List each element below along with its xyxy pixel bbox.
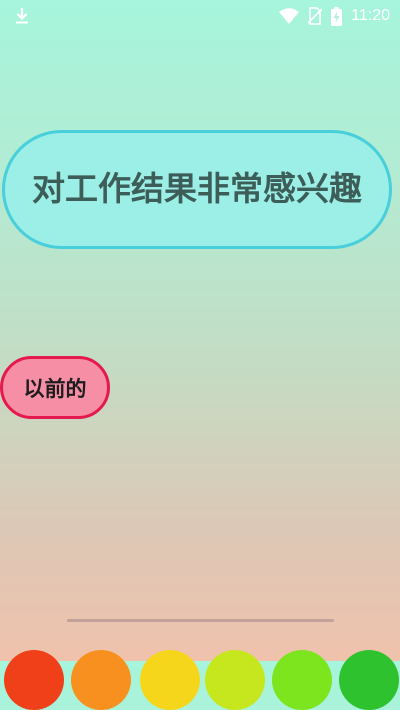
- wifi-icon: [279, 8, 300, 24]
- color-circle[interactable]: [140, 650, 200, 710]
- answer-option-button[interactable]: 以前的: [0, 356, 110, 419]
- battery-charging-icon: [331, 6, 343, 26]
- download-icon: [14, 7, 30, 25]
- color-circle[interactable]: [339, 650, 399, 710]
- divider-line: [67, 619, 334, 622]
- no-sim-icon: [308, 7, 323, 25]
- color-circle[interactable]: [71, 650, 131, 710]
- color-circle[interactable]: [4, 650, 64, 710]
- question-card: 对工作结果非常感兴趣: [2, 130, 392, 249]
- status-bar: 11:20: [0, 0, 400, 32]
- status-time: 11:20: [351, 7, 390, 24]
- color-circle[interactable]: [205, 650, 265, 710]
- color-circle[interactable]: [272, 650, 332, 710]
- question-text: 对工作结果非常感兴趣: [32, 168, 362, 208]
